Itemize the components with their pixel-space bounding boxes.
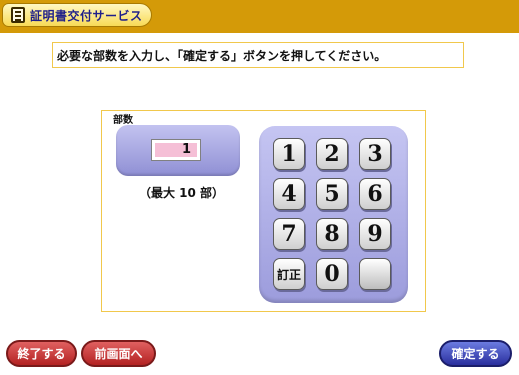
key-8[interactable]: 8 bbox=[316, 218, 348, 250]
document-icon bbox=[11, 7, 25, 23]
key-7[interactable]: 7 bbox=[273, 218, 305, 250]
numeric-keypad: 1 2 3 4 5 6 7 8 9 訂正 0 bbox=[259, 126, 408, 303]
count-field[interactable]: 1 bbox=[151, 139, 201, 161]
max-count-text: （最大 10 部） bbox=[139, 186, 225, 200]
correct-button[interactable]: 訂正 bbox=[273, 258, 305, 290]
count-value: 1 bbox=[155, 143, 197, 157]
instruction-text: 必要な部数を入力し、「確定する」ボタンを押してください。 bbox=[52, 42, 464, 68]
key-9[interactable]: 9 bbox=[359, 218, 391, 250]
count-label: 部数 bbox=[113, 115, 133, 126]
key-1[interactable]: 1 bbox=[273, 138, 305, 170]
key-5[interactable]: 5 bbox=[316, 178, 348, 210]
key-3[interactable]: 3 bbox=[359, 138, 391, 170]
service-title: 証明書交付サービス bbox=[30, 8, 143, 23]
key-0[interactable]: 0 bbox=[316, 258, 348, 290]
exit-button[interactable]: 終了する bbox=[6, 340, 77, 367]
service-tab: 証明書交付サービス bbox=[2, 3, 152, 27]
key-6[interactable]: 6 bbox=[359, 178, 391, 210]
confirm-button[interactable]: 確定する bbox=[439, 340, 512, 367]
blank-key bbox=[359, 258, 391, 290]
back-button[interactable]: 前画面へ bbox=[81, 340, 156, 367]
key-2[interactable]: 2 bbox=[316, 138, 348, 170]
key-4[interactable]: 4 bbox=[273, 178, 305, 210]
header-bar: 証明書交付サービス bbox=[0, 0, 519, 33]
